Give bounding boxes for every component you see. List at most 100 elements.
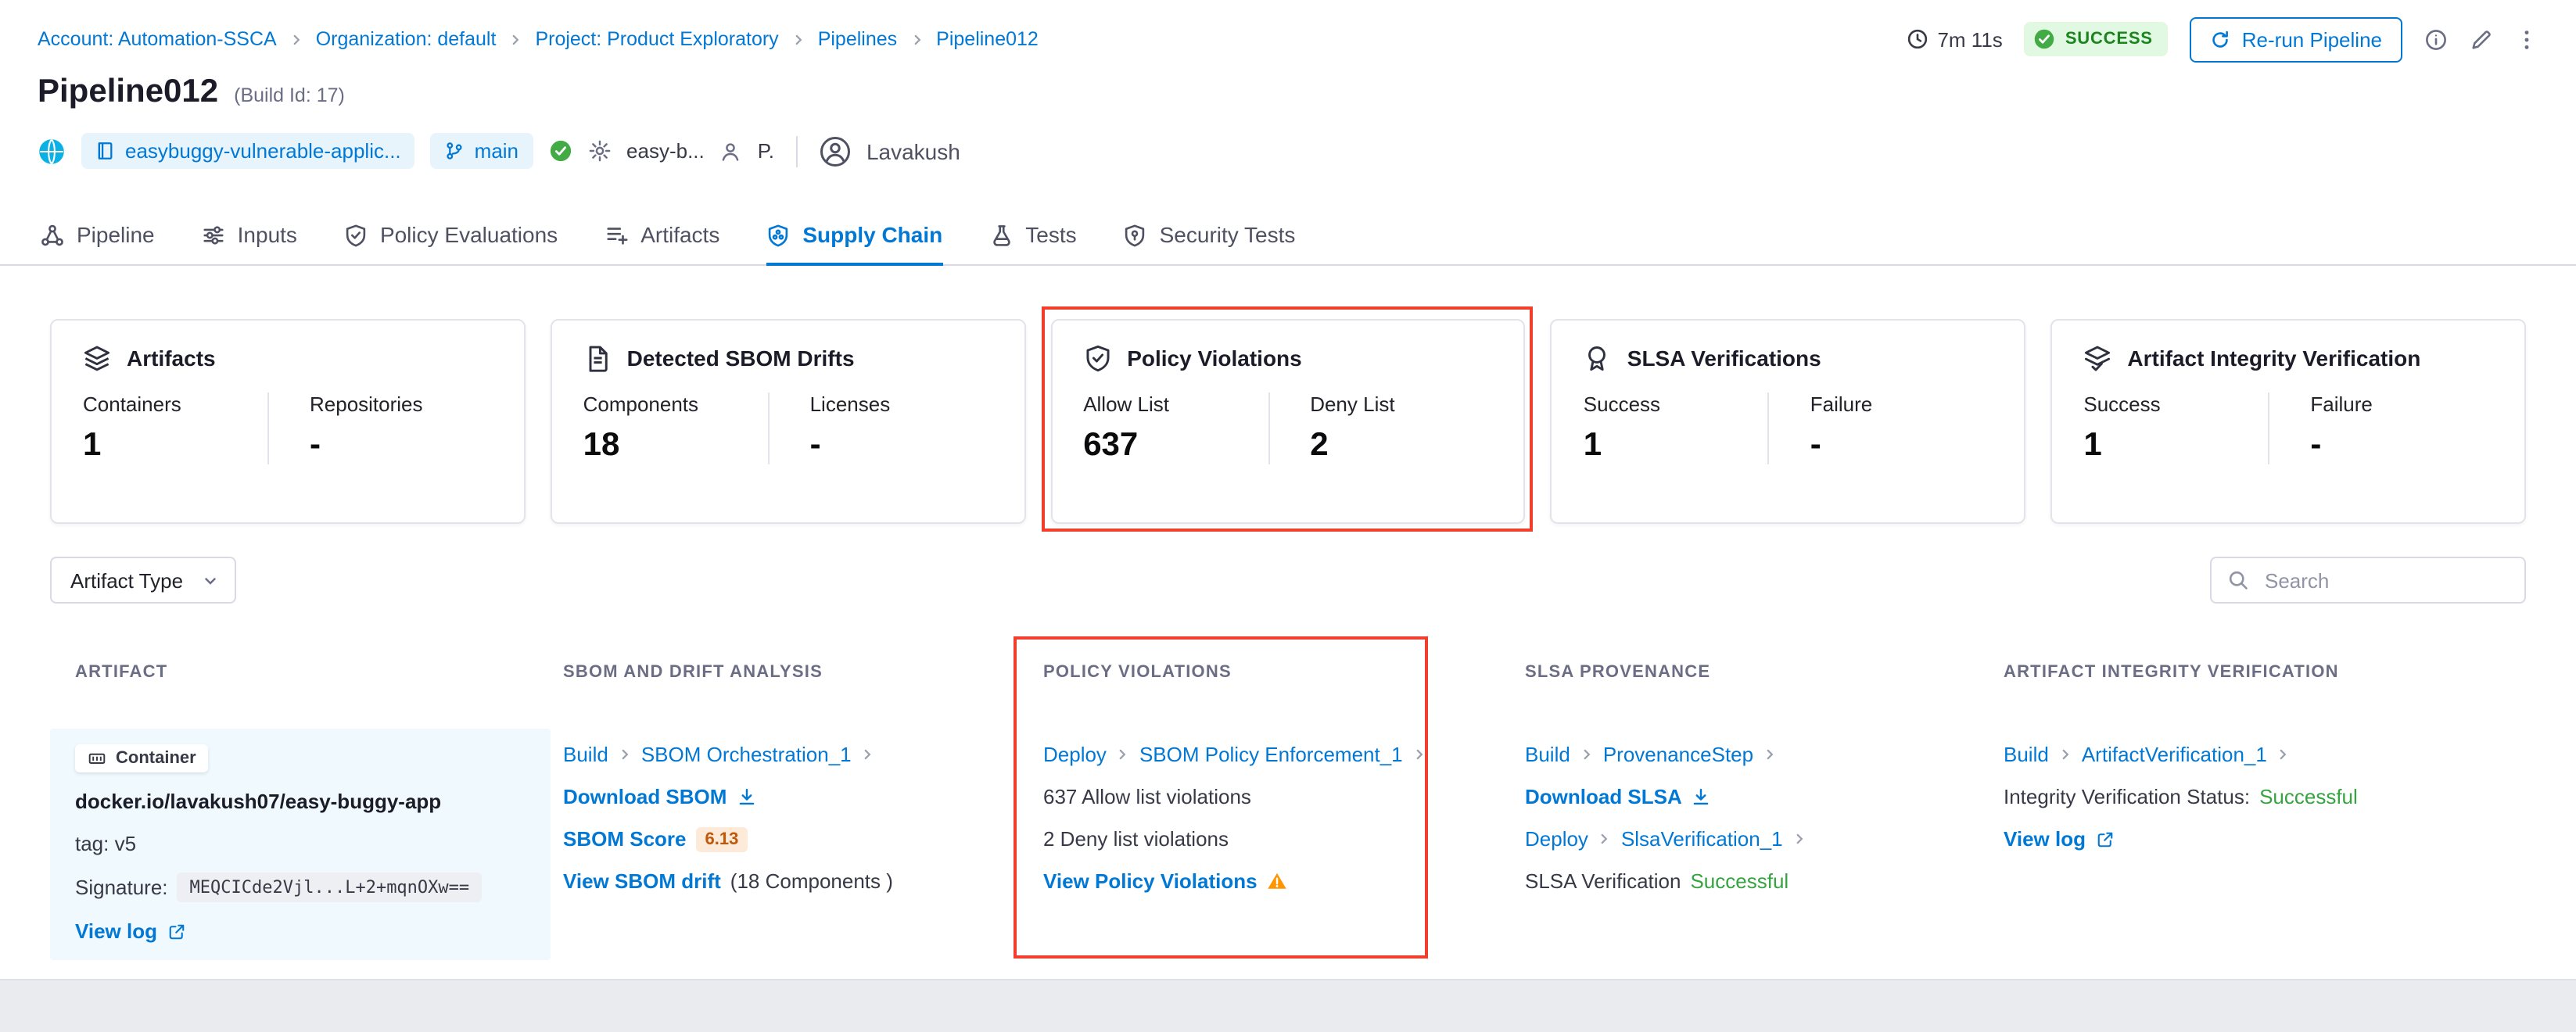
- metric-label: Deny List: [1310, 392, 1394, 416]
- artifact-verification-step-link[interactable]: ArtifactVerification_1: [2082, 743, 2267, 766]
- chevron-right-icon: [791, 32, 805, 46]
- card-title: SLSA Verifications: [1627, 346, 1821, 371]
- provenance-step-link[interactable]: ProvenanceStep: [1603, 743, 1753, 766]
- card-title: Artifacts: [127, 346, 216, 371]
- execution-tabs: Pipeline Inputs Policy Evaluations Artif…: [0, 205, 2576, 266]
- rerun-pipeline-button[interactable]: Re-run Pipeline: [2190, 16, 2402, 62]
- metric-containers: Containers 1: [83, 392, 267, 464]
- clock-icon: [1906, 28, 1928, 50]
- chevron-right-icon: [618, 747, 632, 761]
- header-artifact: ARTIFACT: [50, 663, 551, 682]
- card-slsa-verifications: SLSA Verifications Success 1 Failure -: [1551, 319, 2026, 524]
- view-policy-violations-link[interactable]: View Policy Violations: [1043, 869, 1258, 893]
- metric-allow-list: Allow List 637: [1083, 392, 1268, 464]
- gear-icon: [587, 139, 611, 163]
- view-sbom-drift-link[interactable]: View SBOM drift: [563, 869, 721, 893]
- metric-label: Success: [2083, 392, 2268, 416]
- external-link-icon: [167, 922, 185, 941]
- rerun-icon: [2211, 29, 2231, 49]
- sbom-score-badge: 6.13: [696, 826, 748, 851]
- metric-components: Components 18: [583, 392, 768, 464]
- execution-info-button[interactable]: [2424, 27, 2448, 51]
- pipeline-icon: [41, 223, 64, 246]
- meta-bar: easybuggy-vulnerable-applic... main easy…: [38, 133, 960, 169]
- user-pin-icon: [720, 140, 742, 162]
- sbom-components-count: (18 Components ): [730, 869, 893, 893]
- breadcrumb-pipelines[interactable]: Pipelines: [818, 28, 897, 50]
- metric-integrity-success: Success 1: [2083, 392, 2268, 464]
- kebab-menu-icon: [2515, 27, 2538, 51]
- metric-value: -: [810, 427, 891, 464]
- chevron-right-icon: [861, 747, 875, 761]
- metric-value: 2: [1310, 427, 1394, 464]
- build-id: (Build Id: 17): [234, 84, 345, 106]
- chevron-right-icon: [1763, 747, 1777, 761]
- page-title: Pipeline012: [38, 73, 218, 111]
- slsa-stage-link[interactable]: Build: [1525, 743, 1570, 766]
- supply-chain-page: Account: Automation-SSCA Organization: d…: [0, 0, 2576, 1032]
- pencil-icon: [2470, 27, 2493, 51]
- tab-policy-evaluations[interactable]: Policy Evaluations: [344, 205, 558, 264]
- tab-supply-chain[interactable]: Supply Chain: [766, 205, 942, 264]
- artifact-view-log-link[interactable]: View log: [75, 919, 157, 943]
- metric-label: Success: [1584, 392, 1768, 416]
- card-title: Artifact Integrity Verification: [2127, 346, 2420, 371]
- header-policy-violations: POLICY VIOLATIONS: [1031, 663, 1512, 682]
- metric-slsa-success: Success 1: [1584, 392, 1768, 464]
- service-extra[interactable]: P.: [758, 139, 774, 163]
- metric-label: Components: [583, 392, 768, 416]
- rerun-label: Re-run Pipeline: [2242, 27, 2382, 51]
- metric-value: 1: [2083, 427, 2268, 464]
- repository-chip[interactable]: easybuggy-vulnerable-applic...: [81, 133, 415, 169]
- metric-label: Allow List: [1083, 392, 1268, 416]
- slsa-verification-step-link[interactable]: SlsaVerification_1: [1621, 827, 1783, 851]
- metric-repositories: Repositories -: [267, 392, 423, 464]
- search-box: [2210, 557, 2526, 604]
- tab-artifacts[interactable]: Artifacts: [605, 205, 719, 264]
- tab-tests[interactable]: Tests: [989, 205, 1076, 264]
- sbom-score-link[interactable]: SBOM Score: [563, 827, 687, 851]
- card-title: Policy Violations: [1127, 346, 1302, 371]
- award-icon: [1584, 344, 1612, 372]
- sbom-step-link[interactable]: SBOM Orchestration_1: [641, 743, 852, 766]
- chevron-right-icon: [2058, 747, 2072, 761]
- metric-slsa-failure: Failure -: [1768, 392, 1873, 464]
- signature-label: Signature:: [75, 876, 168, 899]
- metric-label: Failure: [2310, 392, 2373, 416]
- download-slsa-link[interactable]: Download SLSA: [1525, 785, 1682, 808]
- card-artifacts: Artifacts Containers 1 Repositories -: [50, 319, 526, 524]
- breadcrumb-pipeline012[interactable]: Pipeline012: [936, 28, 1039, 50]
- policy-stage-link[interactable]: Deploy: [1043, 743, 1107, 766]
- integrity-stage-link[interactable]: Build: [2004, 743, 2049, 766]
- breadcrumb: Account: Automation-SSCA Organization: d…: [38, 28, 1039, 50]
- download-sbom-link[interactable]: Download SBOM: [563, 785, 727, 808]
- chevron-right-icon: [1116, 747, 1130, 761]
- artifact-type-select[interactable]: Artifact Type: [50, 557, 236, 604]
- meta-divider: [796, 135, 798, 167]
- slsa-deploy-stage-link[interactable]: Deploy: [1525, 827, 1588, 851]
- artifacts-table: ARTIFACT SBOM AND DRIFT ANALYSIS POLICY …: [50, 663, 2526, 957]
- tab-inputs[interactable]: Inputs: [202, 205, 297, 264]
- deny-list-violations: 2 Deny list violations: [1043, 827, 1229, 851]
- card-title: Detected SBOM Drifts: [627, 346, 855, 371]
- service-name[interactable]: easy-b...: [626, 139, 705, 163]
- sbom-stage-link[interactable]: Build: [563, 743, 608, 766]
- layers-check-icon: [2083, 344, 2111, 372]
- tab-pipeline[interactable]: Pipeline: [41, 205, 155, 264]
- filter-bar: Artifact Type: [50, 557, 2526, 604]
- search-input[interactable]: [2262, 567, 2509, 593]
- breadcrumb-project[interactable]: Project: Product Exploratory: [535, 28, 778, 50]
- branch-chip[interactable]: main: [431, 133, 533, 169]
- tab-security-tests[interactable]: Security Tests: [1124, 205, 1296, 264]
- breadcrumb-organization[interactable]: Organization: default: [316, 28, 497, 50]
- metric-label: Licenses: [810, 392, 891, 416]
- sbom-cell: Build SBOM Orchestration_1 Download SBOM…: [551, 729, 1031, 960]
- policy-step-link[interactable]: SBOM Policy Enforcement_1: [1139, 743, 1403, 766]
- metric-value: -: [2310, 427, 2373, 464]
- integrity-view-log-link[interactable]: View log: [2004, 827, 2086, 851]
- breadcrumb-account[interactable]: Account: Automation-SSCA: [38, 28, 277, 50]
- trigger-user-name: Lavakush: [866, 138, 960, 163]
- more-options-button[interactable]: [2515, 27, 2538, 51]
- edit-pipeline-button[interactable]: [2470, 27, 2493, 51]
- header-sbom: SBOM AND DRIFT ANALYSIS: [551, 663, 1031, 682]
